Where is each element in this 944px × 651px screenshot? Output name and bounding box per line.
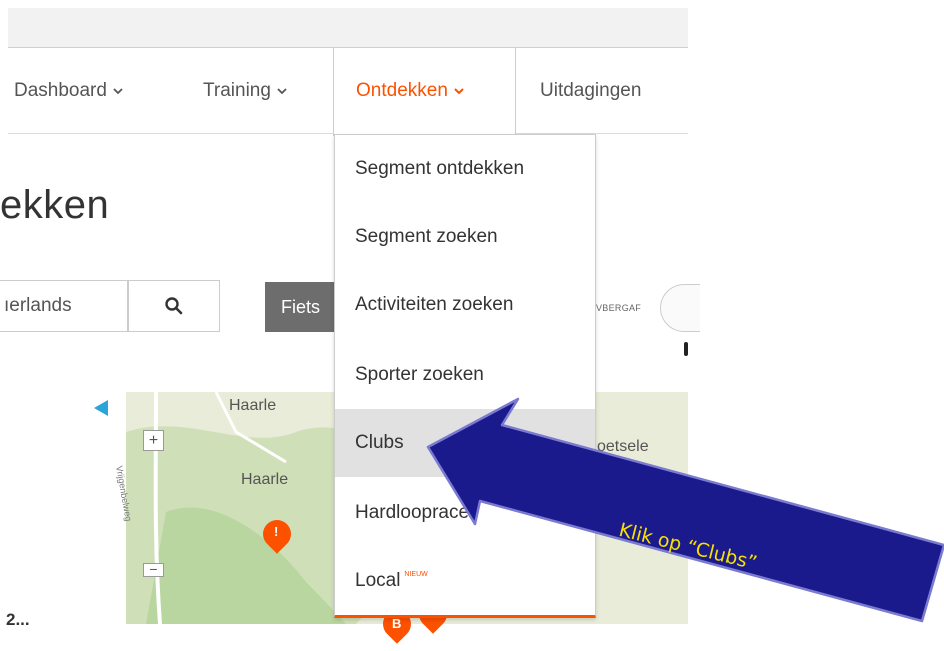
nav-training[interactable]: Training xyxy=(203,48,287,134)
menu-item-sporter-zoeken[interactable]: Sporter zoeken xyxy=(335,341,595,409)
list-item-number: 2... xyxy=(6,610,30,629)
menu-item-local[interactable]: Local NIEUW xyxy=(335,547,595,615)
nav-uitdagingen-label: Uitdagingen xyxy=(540,80,642,101)
map-label: oetsele xyxy=(597,438,649,455)
browser-top-bar xyxy=(8,8,688,48)
nav-dashboard-label: Dashboard xyxy=(14,80,107,101)
toggle-indicator xyxy=(684,342,688,356)
nav-uitdagingen[interactable]: Uitdagingen xyxy=(540,48,641,134)
sport-filter-button[interactable]: Fiets xyxy=(265,282,335,332)
nav-dashboard[interactable]: Dashboard xyxy=(14,48,123,134)
page-title: ekken xyxy=(0,183,110,227)
location-search-input[interactable]: ıerlands xyxy=(0,280,128,332)
marker-label: B xyxy=(392,616,402,631)
search-button[interactable] xyxy=(128,280,220,332)
marker-label: ! xyxy=(274,524,279,539)
menu-item-clubs[interactable]: Clubs xyxy=(335,409,595,477)
menu-item-segment-zoeken[interactable]: Segment zoeken xyxy=(335,203,595,271)
map-label: Haarle xyxy=(241,471,289,488)
collapse-arrow-icon[interactable] xyxy=(94,400,108,416)
filter-toggle[interactable] xyxy=(660,284,700,332)
search-icon xyxy=(165,297,183,315)
menu-item-activiteiten-zoeken[interactable]: Activiteiten zoeken xyxy=(335,271,595,339)
zoom-in-button[interactable]: + xyxy=(143,430,164,451)
chevron-down-icon xyxy=(454,88,464,95)
menu-item-hardloopraces[interactable]: Hardloopraces xyxy=(335,479,595,547)
new-badge: NIEUW xyxy=(404,570,428,578)
chevron-down-icon xyxy=(277,88,287,95)
chevron-down-icon xyxy=(113,88,123,95)
map-label: Haarle xyxy=(229,397,277,414)
zoom-out-button[interactable]: − xyxy=(143,562,164,577)
nav-training-label: Training xyxy=(203,80,271,101)
menu-item-local-label: Local xyxy=(355,570,401,591)
nav-ontdekken-label: Ontdekken xyxy=(356,80,448,101)
ontdekken-dropdown-menu: Segment ontdekken Segment zoeken Activit… xyxy=(334,134,596,618)
menu-item-segment-ontdekken[interactable]: Segment ontdekken xyxy=(335,135,595,203)
nav-ontdekken[interactable]: Ontdekken xyxy=(356,48,464,134)
filter-label: VBERGAF xyxy=(596,303,642,313)
